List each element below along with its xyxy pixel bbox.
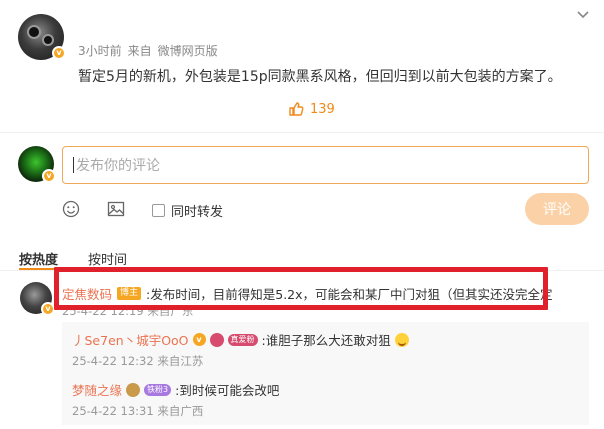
verified-icon: v	[192, 333, 206, 346]
post-source-label: 来自	[127, 44, 152, 58]
highlight-annotation	[54, 267, 548, 310]
comment-input-placeholder: 发布你的评论	[76, 158, 160, 174]
verified-icon: v	[41, 302, 55, 316]
repost-label: 同时转发	[171, 205, 224, 220]
reply-item: 梦随之缘 铁粉3 :到时候可能会改吧	[72, 380, 279, 399]
tab-sort-by-hot[interactable]: 按热度	[19, 249, 58, 268]
post-source: 微博网页版	[157, 44, 218, 58]
image-icon[interactable]	[107, 200, 125, 218]
checkbox[interactable]	[152, 204, 165, 217]
fan-level-badge: 真爱粉	[227, 333, 258, 346]
submit-comment-button[interactable]: 评论	[525, 193, 589, 225]
reply-username[interactable]: 梦随之缘	[72, 380, 122, 399]
post-meta: 3小时前 来自 微博网页版	[78, 42, 224, 59]
fan-level-badge: 铁粉3	[144, 383, 172, 396]
like-button[interactable]: 139	[288, 100, 335, 118]
fan-avatar-icon	[126, 382, 141, 397]
emoji-icon	[394, 332, 409, 347]
fan-avatar-icon	[209, 332, 224, 347]
comment-input[interactable]: 发布你的评论	[62, 146, 589, 184]
thumbs-up-icon	[289, 102, 304, 116]
reply-username[interactable]: 丿Se7en丶城宇OoO	[72, 330, 189, 349]
verified-icon: v	[42, 169, 56, 183]
reply-text: :谁胆子那么大还敢对狙	[261, 333, 391, 348]
post-text: 暂定5月的新机，外包装是15p同款黑系风格，但回归到以前大包装的方案了。	[78, 69, 562, 85]
text-caret	[73, 157, 74, 173]
like-count: 139	[310, 101, 335, 117]
replies-list: 丿Se7en丶城宇OoO v 真爱粉 :谁胆子那么大还敢对狙 25-4-22 1…	[62, 322, 589, 425]
repost-checkbox[interactable]: 同时转发	[152, 201, 223, 220]
reply-meta: 25-4-22 13:31 来自广西	[72, 404, 204, 418]
divider	[0, 132, 604, 133]
chevron-down-icon[interactable]	[576, 8, 590, 22]
reply-meta: 25-4-22 12:32 来自江苏	[72, 354, 204, 368]
tab-sort-by-time[interactable]: 按时间	[88, 249, 127, 268]
emoji-icon[interactable]	[62, 200, 80, 218]
reply-item: 丿Se7en丶城宇OoO v 真爱粉 :谁胆子那么大还敢对狙	[72, 330, 409, 349]
post-time: 3小时前	[78, 44, 122, 58]
reply-text: :到时候可能会改吧	[175, 383, 280, 398]
verified-icon: v	[52, 46, 66, 60]
